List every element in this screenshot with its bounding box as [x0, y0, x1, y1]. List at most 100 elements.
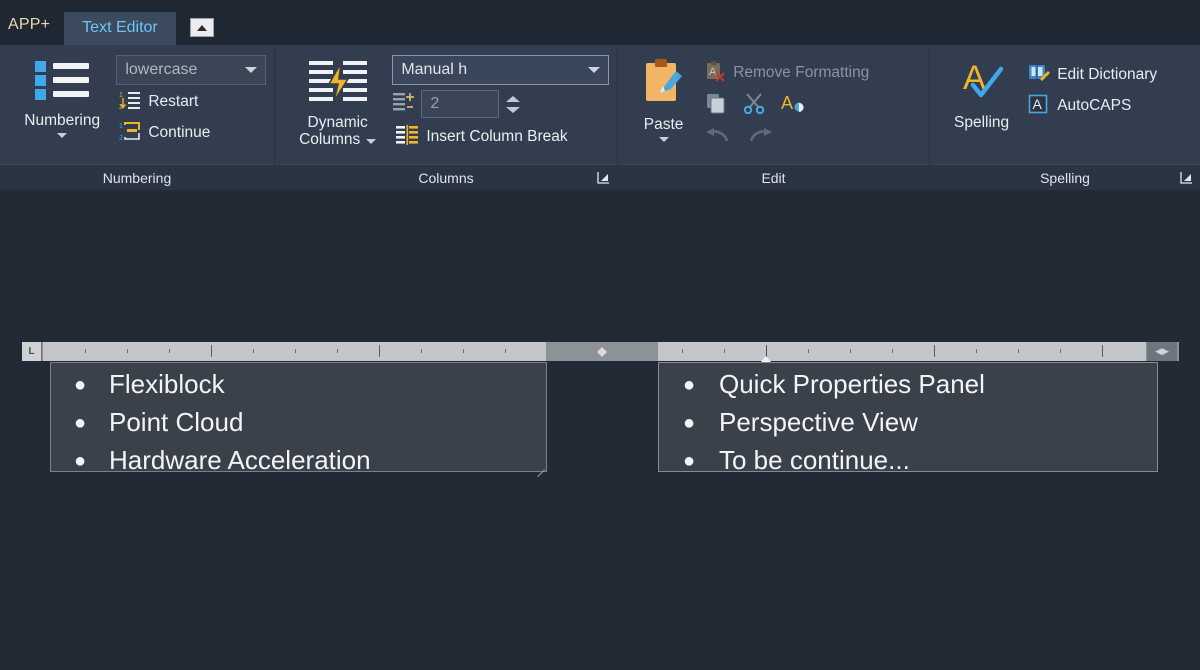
column-mode-value: Manual h	[401, 61, 468, 78]
app-menu-button[interactable]: APP+	[0, 16, 64, 45]
restart-button[interactable]: 1 2 Restart	[116, 88, 266, 116]
ruler-ticks	[658, 342, 1146, 361]
spelling-button-label: Spelling	[954, 114, 1010, 131]
edit-dictionary-button[interactable]: Edit Dictionary	[1025, 61, 1192, 89]
spinner-up-icon[interactable]	[506, 95, 521, 102]
continue-numbering-icon: 1 2	[119, 121, 141, 146]
svg-text:2: 2	[119, 135, 123, 141]
list-item[interactable]: ● Point Cloud	[51, 407, 546, 445]
spelling-button[interactable]: A Spelling	[938, 51, 1025, 164]
ruler-column-1[interactable]	[42, 342, 547, 361]
column-count-icon	[392, 91, 416, 118]
column-count-stepper[interactable]: 2	[392, 88, 609, 120]
spell-check-icon: A	[957, 57, 1007, 110]
ribbon-panel-spelling: A Spelling Edit Dictionary A AutoCAPS Sp…	[930, 45, 1200, 190]
bullet-list: ● Quick Properties Panel ● Perspective V…	[659, 363, 1157, 483]
column-count-arrows[interactable]	[504, 95, 521, 113]
chevron-down-icon[interactable]	[658, 137, 669, 142]
remove-formatting-icon: A	[704, 60, 726, 87]
ribbon-panel-columns: Dynamic Columns Manual h 2 Insert Column…	[275, 45, 618, 190]
panel-title-text: Columns	[418, 169, 474, 186]
edit-icon-row-clipboard: A	[701, 90, 921, 120]
numbering-style-value: lowercase	[125, 61, 198, 78]
ruler-column-gap[interactable]	[547, 342, 657, 361]
dynamic-columns-icon	[307, 57, 369, 110]
autocaps-label: AutoCAPS	[1057, 97, 1132, 114]
continue-label: Continue	[148, 124, 211, 141]
list-item[interactable]: ● To be continue...	[659, 445, 1157, 483]
panel-title-text: Edit	[761, 169, 786, 186]
insert-column-break-label: Insert Column Break	[426, 128, 568, 145]
column-count-input[interactable]: 2	[421, 90, 500, 118]
svg-text:A: A	[1033, 96, 1043, 112]
resize-grip-handle[interactable]	[535, 460, 545, 470]
ruler-column-2[interactable]	[657, 342, 1147, 362]
dynamic-columns-button[interactable]: Dynamic Columns	[283, 51, 392, 164]
numbering-style-combo[interactable]: lowercase	[116, 55, 266, 85]
list-item-text: To be continue...	[719, 445, 910, 475]
panel-title-columns: Columns	[275, 164, 617, 190]
ruler-ticks	[43, 342, 546, 361]
collapse-ribbon-icon[interactable]	[189, 18, 214, 37]
drawing-canvas[interactable]: L ◀▶ ● Flexiblock ● Point Cloud ● Hardwa…	[0, 190, 1200, 670]
paste-clipboard-icon	[638, 57, 690, 112]
undo-arrow-icon[interactable]	[705, 126, 731, 151]
cut-scissors-icon[interactable]	[743, 92, 765, 119]
list-item[interactable]: ● Flexiblock	[51, 369, 546, 407]
bullet-icon: ●	[73, 450, 87, 472]
dialog-launcher-icon[interactable]	[596, 170, 611, 185]
chevron-down-icon[interactable]	[57, 133, 68, 138]
svg-text:A: A	[709, 66, 717, 78]
chevron-down-icon	[245, 67, 257, 73]
ribbon: Numbering lowercase 1 2 Restart 1 2 Cont…	[0, 45, 1200, 190]
continue-button[interactable]: 1 2 Continue	[116, 119, 266, 147]
edit-icon-row-history	[701, 123, 921, 153]
bullet-icon: ●	[73, 374, 87, 396]
tab-text-editor[interactable]: Text Editor	[64, 12, 176, 45]
tab-stop-glyph: L	[28, 346, 35, 357]
ribbon-panel-edit: Paste A Remove Formatting A Edit	[618, 45, 930, 190]
title-bar: APP+ Text Editor	[0, 0, 1200, 45]
mtext-column-2[interactable]: ● Quick Properties Panel ● Perspective V…	[658, 362, 1158, 475]
restart-numbering-icon: 1 2	[119, 90, 141, 115]
list-item-text: Perspective View	[719, 407, 918, 437]
mtext-ruler[interactable]: L ◀▶	[22, 342, 1179, 362]
list-item-text: Quick Properties Panel	[719, 369, 985, 399]
horizontal-scroll-icon[interactable]: ◀▶	[1147, 342, 1177, 361]
match-properties-icon[interactable]: A	[781, 92, 805, 119]
paste-button[interactable]: Paste	[626, 51, 701, 164]
copy-icon[interactable]	[705, 92, 727, 119]
autocaps-button[interactable]: A AutoCAPS	[1025, 92, 1192, 120]
autocaps-icon: A	[1028, 94, 1050, 119]
bulleted-list-icon	[31, 57, 93, 108]
chevron-down-icon	[588, 67, 600, 73]
svg-text:1: 1	[119, 92, 123, 99]
list-item-text: Point Cloud	[109, 407, 244, 437]
bullet-icon: ●	[682, 412, 696, 434]
mtext-column-1[interactable]: ● Flexiblock ● Point Cloud ● Hardware Ac…	[50, 362, 547, 475]
numbering-button[interactable]: Numbering	[8, 51, 116, 164]
dialog-launcher-icon[interactable]	[1179, 170, 1194, 185]
ribbon-panel-numbering: Numbering lowercase 1 2 Restart 1 2 Cont…	[0, 45, 275, 190]
list-item[interactable]: ● Quick Properties Panel	[659, 369, 1157, 407]
column-mode-combo[interactable]: Manual h	[392, 55, 609, 85]
column-count-value: 2	[430, 95, 440, 112]
svg-text:A: A	[781, 93, 793, 113]
panel-title-text: Spelling	[1040, 169, 1090, 186]
column-gap-marker-icon[interactable]	[597, 346, 607, 357]
redo-arrow-icon[interactable]	[747, 126, 773, 151]
chevron-down-icon[interactable]	[366, 139, 377, 145]
panel-title-text: Numbering	[102, 169, 172, 186]
remove-formatting-button[interactable]: A Remove Formatting	[701, 59, 921, 87]
list-item-text: Flexiblock	[109, 369, 225, 399]
spinner-down-icon[interactable]	[506, 106, 521, 113]
list-item[interactable]: ● Perspective View	[659, 407, 1157, 445]
insert-column-break-button[interactable]: Insert Column Break	[392, 123, 609, 151]
numbering-button-label: Numbering	[24, 112, 101, 129]
svg-text:1: 1	[119, 123, 123, 130]
insert-column-break-icon	[395, 124, 419, 151]
edit-dictionary-icon	[1028, 63, 1051, 88]
list-item[interactable]: ● Hardware Acceleration	[51, 445, 546, 483]
bullet-icon: ●	[73, 412, 87, 434]
tab-stop-selector[interactable]: L	[22, 342, 42, 361]
